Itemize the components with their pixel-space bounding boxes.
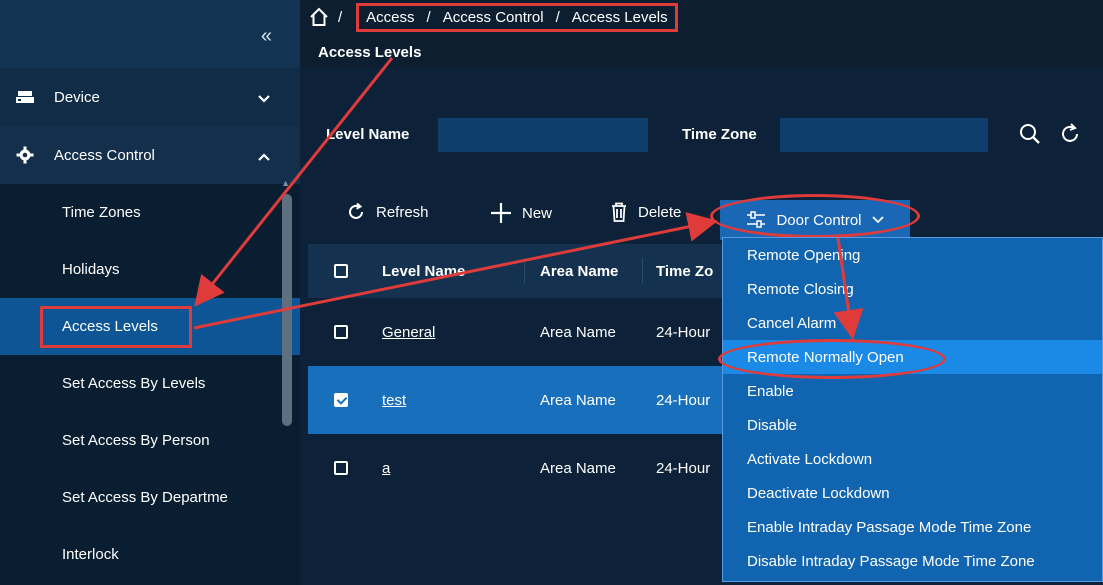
refresh-label: Refresh <box>376 203 429 221</box>
sidebar-group-access-control[interactable]: Access Control <box>0 126 300 184</box>
menu-item-enable[interactable]: Enable <box>723 374 1102 408</box>
reset-icon[interactable] <box>1058 122 1082 150</box>
column-divider <box>524 258 525 284</box>
annotation-box-access-levels <box>40 306 192 348</box>
breadcrumb-item-access-control[interactable]: Access Control <box>443 9 544 26</box>
plus-icon <box>490 202 512 224</box>
row-checkbox[interactable] <box>334 393 348 407</box>
sidebar-item-set-access-by-levels[interactable]: Set Access By Levels <box>0 355 300 412</box>
page-title: Access Levels <box>318 44 422 61</box>
level-name-input[interactable] <box>438 118 648 152</box>
breadcrumb: / Access / Access Control / Access Level… <box>300 0 1103 34</box>
level-name-link[interactable]: a <box>382 460 390 477</box>
new-label: New <box>522 204 553 222</box>
sidebar-group-label: Device <box>54 88 100 106</box>
row-checkbox[interactable] <box>334 461 348 475</box>
annotation-ring-remote-normally-open <box>718 339 946 379</box>
sidebar-item-label: Set Access By Levels <box>62 375 206 392</box>
sidebar-item-label: Interlock <box>62 546 119 563</box>
select-all-checkbox[interactable] <box>334 264 348 278</box>
table-header: Level Name Area Name Time Zo <box>308 244 728 298</box>
row-checkbox[interactable] <box>334 325 348 339</box>
time-zone-cell: 24-Hour <box>656 323 711 341</box>
breadcrumb-separator: / <box>555 8 560 26</box>
new-button[interactable]: New <box>490 202 552 224</box>
sidebar-item-interlock[interactable]: Interlock <box>0 526 300 583</box>
access-levels-table: Level Name Area Name Time Zo General Are… <box>308 244 728 502</box>
double-chevron-left-icon[interactable]: « <box>261 26 272 46</box>
chevron-down-icon <box>258 90 270 107</box>
sidebar-items: Time Zones Holidays Access Levels Set Ac… <box>0 178 300 585</box>
menu-item-enable-intraday-passage[interactable]: Enable Intraday Passage Mode Time Zone <box>723 510 1102 544</box>
column-divider <box>642 258 643 284</box>
sidebar-group-device[interactable]: Device <box>0 68 300 126</box>
breadcrumb-separator: / <box>426 8 431 26</box>
sidebar-item-label: Holidays <box>62 261 120 278</box>
level-name-link[interactable]: test <box>382 392 406 409</box>
breadcrumb-separator: / <box>338 8 343 26</box>
device-icon <box>14 90 36 104</box>
menu-item-activate-lockdown[interactable]: Activate Lockdown <box>723 442 1102 476</box>
time-zone-label: Time Zone <box>682 126 757 143</box>
search-icon[interactable] <box>1018 122 1042 150</box>
sidebar-header: « <box>0 0 300 68</box>
door-control-menu: Remote Opening Remote Closing Cancel Ala… <box>722 237 1103 582</box>
sidebar-item-label: Set Access By Departme <box>62 489 228 506</box>
gear-icon <box>14 146 36 164</box>
table-row[interactable]: General Area Name 24-Hour <box>308 298 728 366</box>
menu-item-remote-closing[interactable]: Remote Closing <box>723 272 1102 306</box>
breadcrumb-item-access-levels: Access Levels <box>571 8 668 26</box>
trash-icon <box>610 202 628 222</box>
area-name-cell: Area Name <box>540 459 616 477</box>
area-name-cell: Area Name <box>540 323 616 341</box>
breadcrumb-highlight: Access / Access Control / Access Levels <box>356 2 678 32</box>
header-area-name[interactable]: Area Name <box>540 263 618 280</box>
sidebar-scrollbar[interactable] <box>282 194 292 426</box>
sidebar: « Device Access Control Time Zones Holid… <box>0 0 300 585</box>
table-row[interactable]: test Area Name 24-Hour <box>308 366 728 434</box>
sidebar-item-time-zones[interactable]: Time Zones <box>0 184 300 241</box>
sidebar-item-label: Time Zones <box>62 204 141 221</box>
delete-button[interactable]: Delete <box>610 202 681 222</box>
table-row[interactable]: a Area Name 24-Hour <box>308 434 728 502</box>
menu-item-cancel-alarm[interactable]: Cancel Alarm <box>723 306 1102 340</box>
breadcrumb-item-access[interactable]: Access <box>366 9 414 26</box>
annotation-ring-door-control <box>710 194 920 238</box>
refresh-icon <box>346 202 366 222</box>
menu-item-disable[interactable]: Disable <box>723 408 1102 442</box>
time-zone-cell: 24-Hour <box>656 391 711 409</box>
menu-item-remote-opening[interactable]: Remote Opening <box>723 238 1102 272</box>
sidebar-item-label: Set Access By Person <box>62 432 210 449</box>
menu-item-disable-intraday-passage[interactable]: Disable Intraday Passage Mode Time Zone <box>723 544 1102 578</box>
filter-bar: Level Name Time Zone <box>308 116 1103 156</box>
header-level-name[interactable]: Level Name <box>382 263 465 280</box>
header-time-zone[interactable]: Time Zo <box>656 263 713 280</box>
sidebar-item-set-access-by-person[interactable]: Set Access By Person <box>0 412 300 469</box>
header-bar: / Access / Access Control / Access Level… <box>300 0 1103 68</box>
refresh-button[interactable]: Refresh <box>346 202 429 222</box>
time-zone-input[interactable] <box>780 118 988 152</box>
level-name-link[interactable]: General <box>382 324 435 341</box>
menu-item-deactivate-lockdown[interactable]: Deactivate Lockdown <box>723 476 1102 510</box>
chevron-up-icon <box>258 148 270 165</box>
level-name-label: Level Name <box>326 126 410 143</box>
home-icon[interactable] <box>308 6 330 28</box>
scroll-up-icon[interactable]: ▲ <box>281 178 290 188</box>
time-zone-cell: 24-Hour <box>656 459 711 477</box>
delete-label: Delete <box>638 203 682 221</box>
area-name-cell: Area Name <box>540 391 616 409</box>
toolbar: Refresh New Delete Door Control <box>300 190 1103 240</box>
sidebar-item-set-access-by-department[interactable]: Set Access By Departme <box>0 469 300 526</box>
sidebar-item-holidays[interactable]: Holidays <box>0 241 300 298</box>
sidebar-group-label: Access Control <box>54 146 155 164</box>
